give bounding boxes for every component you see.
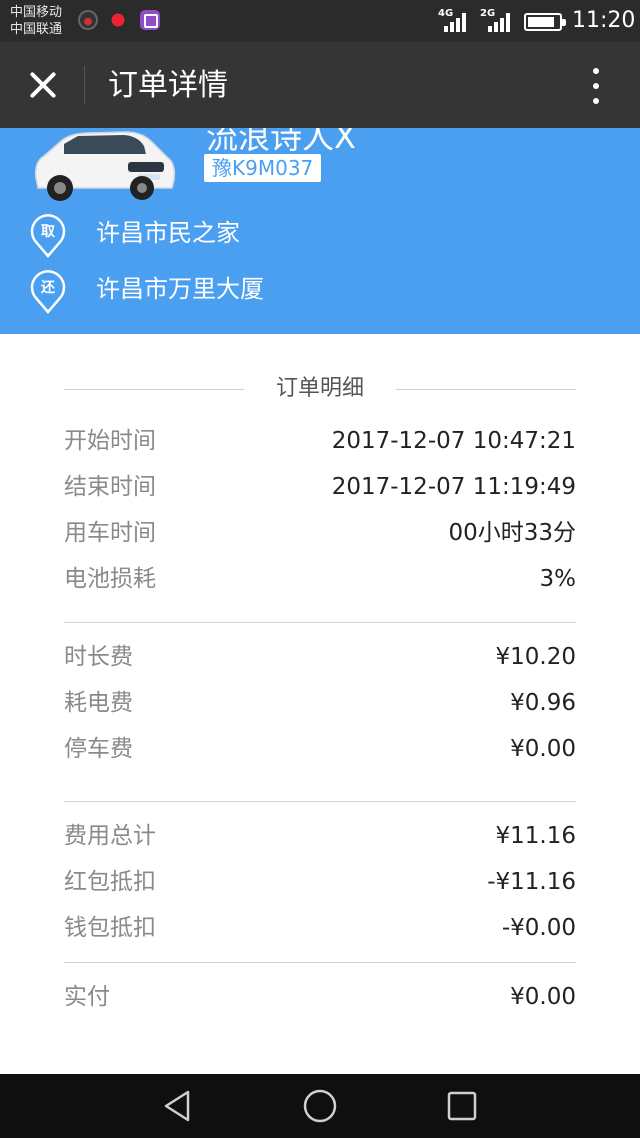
return-location: 许昌市万里大厦: [96, 275, 264, 303]
row-label: 用车时间: [64, 520, 156, 546]
home-circle-icon[interactable]: [300, 1086, 340, 1126]
row-label: 结束时间: [64, 474, 156, 500]
row-value: ¥0.96: [510, 690, 576, 716]
license-plate: 豫K9M037: [204, 154, 322, 182]
row-label: 时长费: [64, 644, 133, 670]
return-location-row: 还 许昌市万里大厦: [30, 268, 590, 314]
gallery-app-icon: [140, 10, 160, 30]
detail-row-paid: 实付 ¥0.00: [64, 980, 576, 1014]
pickup-location: 许昌市民之家: [96, 219, 240, 247]
header-divider: [84, 66, 85, 104]
row-value: 2017-12-07 11:19:49: [331, 474, 576, 500]
app-notification-icon: [108, 10, 128, 30]
divider: [64, 962, 576, 963]
detail-row-battery-loss: 电池损耗 3%: [64, 562, 576, 596]
location-pin-icon: 取: [30, 214, 66, 258]
divider: [64, 622, 576, 623]
carrier-info: 中国移动 中国联通: [10, 4, 62, 38]
detail-row-usage-time: 用车时间 00小时33分: [64, 516, 576, 550]
clock: 11:20: [572, 8, 636, 33]
row-label: 耗电费: [64, 690, 133, 716]
carrier-1: 中国移动: [10, 5, 63, 20]
row-value: 3%: [539, 566, 577, 592]
close-icon[interactable]: [22, 64, 64, 106]
divider: [64, 801, 576, 802]
row-value: ¥10.20: [495, 644, 576, 670]
row-value: -¥11.16: [487, 869, 576, 895]
system-nav-bar: [0, 1074, 640, 1138]
pickup-badge: 取: [41, 224, 56, 240]
carrier-2: 中国联通: [10, 22, 63, 37]
row-value: ¥0.00: [510, 736, 576, 762]
section-line-right: [396, 389, 576, 390]
battery-icon: [524, 13, 566, 31]
pickup-location-row: 取 许昌市民之家: [30, 212, 590, 258]
detail-row-start-time: 开始时间 2017-12-07 10:47:21: [64, 424, 576, 458]
car-image: [34, 131, 176, 201]
detail-row-parking-fee: 停车费 ¥0.00: [64, 732, 576, 766]
row-value: -¥0.00: [501, 915, 576, 941]
row-label: 停车费: [64, 736, 133, 762]
location-pin-icon: 还: [30, 270, 66, 314]
car-info-panel: 流浪诗人X 豫K9M037 取 许昌市民之家 还 许昌市万里大厦: [0, 128, 640, 334]
section-header: 订单明细: [64, 374, 576, 404]
detail-row-end-time: 结束时间 2017-12-07 11:19:49: [64, 470, 576, 504]
detail-row-total: 费用总计 ¥11.16: [64, 819, 576, 853]
detail-row-power-fee: 耗电费 ¥0.96: [64, 686, 576, 720]
row-value: 2017-12-07 10:47:21: [331, 428, 576, 454]
detail-row-red-packet: 红包抵扣 -¥11.16: [64, 865, 576, 899]
signal-bars-icon: [488, 12, 510, 32]
row-value: ¥11.16: [495, 823, 576, 849]
row-label: 电池损耗: [64, 566, 156, 592]
detail-row-duration-fee: 时长费 ¥10.20: [64, 640, 576, 674]
row-label: 红包抵扣: [64, 869, 156, 895]
row-value: ¥0.00: [510, 984, 576, 1010]
speedometer-app-icon: [78, 10, 98, 30]
return-badge: 还: [40, 279, 56, 296]
more-vertical-icon[interactable]: [584, 66, 608, 106]
detail-row-wallet: 钱包抵扣 -¥0.00: [64, 911, 576, 945]
back-triangle-icon[interactable]: [158, 1086, 198, 1126]
row-label: 费用总计: [64, 823, 156, 849]
status-bar: 中国移动 中国联通 4G 2G 11:20: [0, 0, 640, 42]
row-value: 00小时33分: [448, 520, 576, 546]
signal-bars-icon: [444, 12, 466, 32]
row-label: 实付: [64, 984, 110, 1010]
app-header: 订单详情: [0, 42, 640, 128]
page-title: 订单详情: [108, 68, 228, 103]
row-label: 开始时间: [64, 428, 156, 454]
row-label: 钱包抵扣: [64, 915, 156, 941]
recents-square-icon[interactable]: [442, 1086, 482, 1126]
